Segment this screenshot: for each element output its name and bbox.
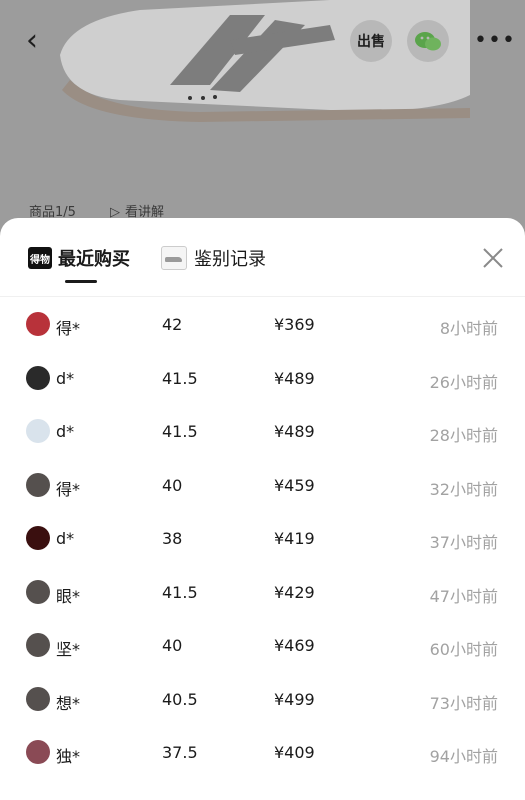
avatar bbox=[26, 419, 50, 443]
shoe-size: 40 bbox=[162, 475, 183, 495]
purchase-row: d* 41.5 ¥489 26小时前 bbox=[0, 352, 525, 405]
shoe-size: 41.5 bbox=[162, 368, 198, 388]
avatar bbox=[26, 526, 50, 550]
shoe-size: 37.5 bbox=[162, 743, 198, 762]
price: ¥489 bbox=[274, 422, 315, 441]
buyer-name: 得* bbox=[56, 319, 81, 338]
price: ¥469 bbox=[274, 636, 315, 655]
purchase-time: 32小时前 bbox=[429, 479, 498, 499]
purchase-row: 得* 40 ¥459 32小时前 bbox=[0, 459, 525, 512]
close-icon[interactable] bbox=[480, 245, 506, 271]
avatar bbox=[26, 365, 50, 390]
purchase-row: d* 38 ¥419 37小时前 bbox=[0, 512, 525, 565]
purchase-time: 37小时前 bbox=[429, 533, 498, 552]
purchase-row: 眼* 41.5 ¥429 47小时前 bbox=[0, 566, 525, 619]
back-icon[interactable]: ‹ bbox=[26, 26, 50, 56]
price: ¥459 bbox=[274, 475, 315, 495]
buyer-name: d* bbox=[56, 368, 75, 388]
avatar bbox=[26, 579, 50, 604]
wechat-icon[interactable] bbox=[407, 20, 449, 62]
price: ¥429 bbox=[274, 582, 315, 602]
sell-label: 出售 bbox=[357, 34, 385, 50]
price: ¥419 bbox=[274, 529, 315, 548]
tab-recent-purchases[interactable]: 得物 最近购买 bbox=[28, 244, 130, 272]
purchase-row: 得* 42 ¥369 8小时前 bbox=[0, 298, 525, 351]
avatar bbox=[26, 472, 50, 497]
purchase-time: 73小时前 bbox=[429, 693, 498, 713]
purchase-row: d* 41.5 ¥489 28小时前 bbox=[0, 405, 525, 458]
purchase-row: 独* 37.5 ¥409 94小时前 bbox=[0, 726, 525, 779]
shoe-size: 41.5 bbox=[162, 582, 198, 602]
purchase-time: 8小时前 bbox=[439, 319, 498, 338]
recent-purchases-sheet: 得物 最近购买 鉴别记录 得* 42 ¥369 8小时前 d* 41.5 ¥489 26小时前… bbox=[0, 218, 525, 800]
purchase-time: 60小时前 bbox=[429, 640, 498, 659]
shoe-size: 42 bbox=[162, 315, 183, 334]
avatar bbox=[26, 633, 50, 657]
price: ¥499 bbox=[274, 689, 315, 709]
shoe-size: 41.5 bbox=[162, 422, 198, 441]
purchase-time: 28小时前 bbox=[429, 426, 498, 445]
tab-bar: 得物 最近购买 鉴别记录 bbox=[0, 218, 525, 297]
sell-button[interactable]: 出售 bbox=[350, 20, 392, 62]
avatar bbox=[26, 312, 50, 336]
buyer-name: 眼* bbox=[56, 586, 81, 606]
more-icon[interactable]: ••• bbox=[474, 26, 515, 56]
price: ¥489 bbox=[274, 368, 315, 388]
purchase-time: 94小时前 bbox=[429, 747, 498, 766]
tab-authentication-records[interactable]: 鉴别记录 bbox=[161, 244, 266, 272]
shoe-thumbnail-icon bbox=[161, 246, 187, 270]
buyer-name: d* bbox=[56, 529, 75, 548]
purchase-row: 想* 40.5 ¥499 73小时前 bbox=[0, 673, 525, 726]
purchase-time: 47小时前 bbox=[429, 586, 498, 606]
avatar bbox=[26, 686, 50, 711]
price: ¥369 bbox=[274, 315, 315, 334]
shoe-size: 40 bbox=[162, 636, 183, 655]
buyer-name: d* bbox=[56, 422, 75, 441]
purchase-row: 坚* 40 ¥469 60小时前 bbox=[0, 619, 525, 672]
shoe-size: 40.5 bbox=[162, 689, 198, 709]
avatar bbox=[26, 740, 50, 764]
shoe-size: 38 bbox=[162, 529, 183, 548]
active-tab-indicator bbox=[65, 280, 97, 283]
price: ¥409 bbox=[274, 743, 315, 762]
purchase-time: 26小时前 bbox=[429, 372, 498, 392]
buyer-name: 得* bbox=[56, 479, 81, 499]
tab-label: 鉴别记录 bbox=[194, 249, 266, 270]
buyer-name: 坚* bbox=[56, 640, 81, 659]
dewu-logo-icon: 得物 bbox=[28, 247, 52, 269]
tab-label: 最近购买 bbox=[58, 249, 130, 270]
buyer-name: 独* bbox=[56, 747, 81, 766]
buyer-name: 想* bbox=[56, 693, 81, 713]
